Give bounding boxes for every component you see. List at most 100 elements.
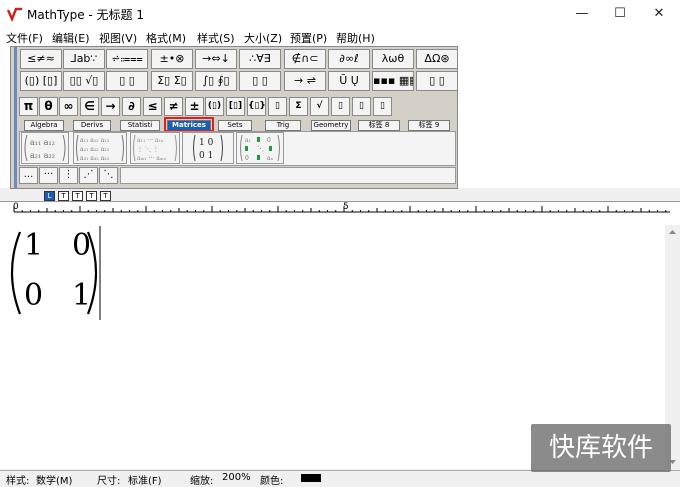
status-color-label: 颜色:: [260, 476, 284, 487]
symbol-neq[interactable]: ≠: [164, 97, 183, 116]
tab-label-8[interactable]: 标签 8: [358, 120, 400, 131]
title-bar: MathType - 无标题 1 — ☐ ✕: [0, 0, 680, 28]
template-identity-2x2[interactable]: 1 0 0 1: [182, 132, 234, 164]
menu-view[interactable]: 视图(V): [99, 30, 137, 46]
palette-labeled-arrows[interactable]: → ⇌: [284, 71, 326, 91]
palette-arrows[interactable]: →⇔↓: [195, 49, 237, 69]
matrix-2x2-icon: a₁₁ a₁₂ a₂₁ a₂₂: [24, 134, 66, 162]
menu-preferences[interactable]: 预置(P): [290, 30, 327, 46]
template-fraction[interactable]: ▯: [268, 97, 287, 116]
palette-products[interactable]: Ū Ų: [328, 71, 370, 91]
minimize-button[interactable]: —: [564, 0, 600, 28]
template-diagonal-matrix[interactable]: a₁ 0 ⋱ 0 aₙ: [236, 132, 284, 164]
palette-operators[interactable]: ±•⊗: [151, 49, 193, 69]
palette-spaces[interactable]: ⅃ab∵: [63, 49, 105, 69]
ruler-mid-label: 5: [343, 202, 349, 212]
matrix-cell-r2c2[interactable]: 1: [72, 278, 91, 313]
tab-stop-center-button[interactable]: T: [58, 191, 69, 201]
template-matrix-mxn[interactable]: a₁₁ ··· a₁ₙ ⋮ ⋱ ⋮ aₘ₁ ··· aₘₙ: [130, 132, 180, 164]
palette-scripts[interactable]: ▯ ▯: [106, 71, 148, 91]
ellipsis-vertical-button[interactable]: ⋮: [59, 167, 78, 184]
template-superscript[interactable]: ▯: [331, 97, 350, 116]
ruler[interactable]: 0 5: [0, 201, 680, 217]
menu-help[interactable]: 帮助(H): [336, 30, 375, 46]
ellipsis-up-diagonal-button[interactable]: ⋰: [79, 167, 98, 184]
symbol-partial[interactable]: ∂: [122, 97, 141, 116]
tab-sets[interactable]: Sets: [218, 120, 252, 131]
status-bar: 样式: 数学(M) 尺寸: 标准(F) 缩放: 200% 颜色:: [0, 470, 680, 487]
palette-misc[interactable]: ∂∞ℓ: [328, 49, 370, 69]
template-braces[interactable]: {▯}: [247, 97, 266, 116]
status-size-label: 尺寸:: [97, 476, 121, 487]
matrix-cell-r1c2[interactable]: 0: [72, 228, 91, 263]
menu-file[interactable]: 文件(F): [6, 30, 43, 46]
matrix-cell-r2c1[interactable]: 0: [24, 278, 43, 313]
tab-geometry[interactable]: Geometry: [311, 120, 351, 131]
toolbar-grip[interactable]: [14, 47, 17, 188]
palette-bars[interactable]: ▯ ▯: [239, 71, 281, 91]
status-zoom-value: 200%: [222, 472, 251, 483]
symbol-element-of[interactable]: ∈: [80, 97, 99, 116]
template-sqrt[interactable]: √: [310, 97, 329, 116]
tab-statistics[interactable]: Statisti: [120, 120, 160, 131]
ellipsis-baseline-button[interactable]: ...: [19, 167, 38, 184]
svg-text:aₘ₁ ··· aₘₙ: aₘ₁ ··· aₘₙ: [137, 155, 166, 162]
tab-stop-decimal-button[interactable]: T: [86, 191, 97, 201]
tab-label-9[interactable]: 标签 9: [408, 120, 450, 131]
template-matrix-2x2[interactable]: a₁₁ a₁₂ a₂₁ a₂₂: [21, 132, 69, 164]
status-size-value: 标准(F): [128, 476, 162, 487]
template-brackets[interactable]: [▯]: [226, 97, 245, 116]
palette-greek-upper[interactable]: ΔΩ⊛: [416, 49, 458, 69]
identity-matrix-icon: 1 0 0 1: [193, 134, 223, 162]
tab-stop-right-button[interactable]: T: [72, 191, 83, 201]
svg-text:a₃₁ a₃₂ a₃₃: a₃₁ a₃₂ a₃₃: [80, 155, 110, 162]
close-button[interactable]: ✕: [641, 0, 677, 28]
ruler-start-label: 0: [13, 202, 19, 212]
matrix-cell-r1c1[interactable]: 1: [24, 228, 43, 263]
svg-text:0 1: 0 1: [199, 151, 213, 161]
tab-derivs[interactable]: Derivs: [73, 120, 111, 131]
template-matrix-3x3[interactable]: a₁₁ a₁₂ a₁₃ a₂₁ a₂₂ a₂₃ a₃₁ a₃₂ a₃₃: [73, 132, 127, 164]
symbol-leq[interactable]: ≤: [143, 97, 162, 116]
maximize-button[interactable]: ☐: [602, 0, 638, 28]
palette-sets[interactable]: ∉∩⊂: [284, 49, 326, 69]
status-color-swatch: [301, 474, 321, 482]
palette-fences[interactable]: (▯) [▯]: [20, 71, 62, 91]
ellipsis-center-button[interactable]: ···: [39, 167, 58, 184]
palette-fractions-radicals[interactable]: ▯▯ √▯: [63, 71, 105, 91]
svg-text:⋮ ⋱ ⋮: ⋮ ⋱ ⋮: [137, 146, 159, 153]
menu-size[interactable]: 大小(Z): [244, 30, 282, 46]
highlight-box: [164, 117, 214, 132]
palette-boxes[interactable]: ▯ ▯: [416, 71, 458, 91]
palette-embellishments[interactable]: ⩫⩴⩵: [106, 49, 148, 69]
ellipsis-down-diagonal-button[interactable]: ⋱: [99, 167, 118, 184]
symbol-right-arrow[interactable]: →: [101, 97, 120, 116]
palette-greek-lower[interactable]: λωθ: [372, 49, 414, 69]
menu-format[interactable]: 格式(M): [146, 30, 186, 46]
ruler-ticks: [13, 206, 670, 213]
tab-stop-relation-button[interactable]: T: [100, 191, 111, 201]
template-parens[interactable]: (▯): [205, 97, 224, 116]
palette-sums[interactable]: Σ▯ Σ▯: [151, 71, 193, 91]
svg-text:a₁: a₁: [245, 137, 251, 144]
symbol-infinity[interactable]: ∞: [59, 97, 78, 116]
scroll-up-icon[interactable]: [665, 227, 680, 237]
svg-text:⋱: ⋱: [257, 145, 264, 153]
tab-trig[interactable]: Trig: [265, 120, 301, 131]
tab-stop-left-button[interactable]: L: [44, 191, 55, 201]
palette-relations[interactable]: ≤≠≈: [20, 49, 62, 69]
template-sum[interactable]: Σ: [289, 97, 308, 116]
symbol-pi[interactable]: π: [19, 97, 38, 116]
template-subscript[interactable]: ▯: [352, 97, 371, 116]
palette-logic[interactable]: ∴∀∃: [239, 49, 281, 69]
template-subsuperscript[interactable]: ▯: [373, 97, 392, 116]
tab-algebra[interactable]: Algebra: [24, 120, 64, 131]
menu-style[interactable]: 样式(S): [197, 30, 235, 46]
palette-matrices[interactable]: ▪▪▪ ▦▦: [372, 71, 414, 91]
palette-integrals[interactable]: ∫▯ ∮▯: [195, 71, 237, 91]
symbol-theta[interactable]: θ: [39, 97, 58, 116]
menu-edit[interactable]: 编辑(E): [52, 30, 90, 46]
svg-text:a₁₁ ··· a₁ₙ: a₁₁ ··· a₁ₙ: [137, 137, 164, 144]
symbol-plus-minus[interactable]: ±: [185, 97, 204, 116]
svg-text:aₙ: aₙ: [267, 155, 274, 162]
